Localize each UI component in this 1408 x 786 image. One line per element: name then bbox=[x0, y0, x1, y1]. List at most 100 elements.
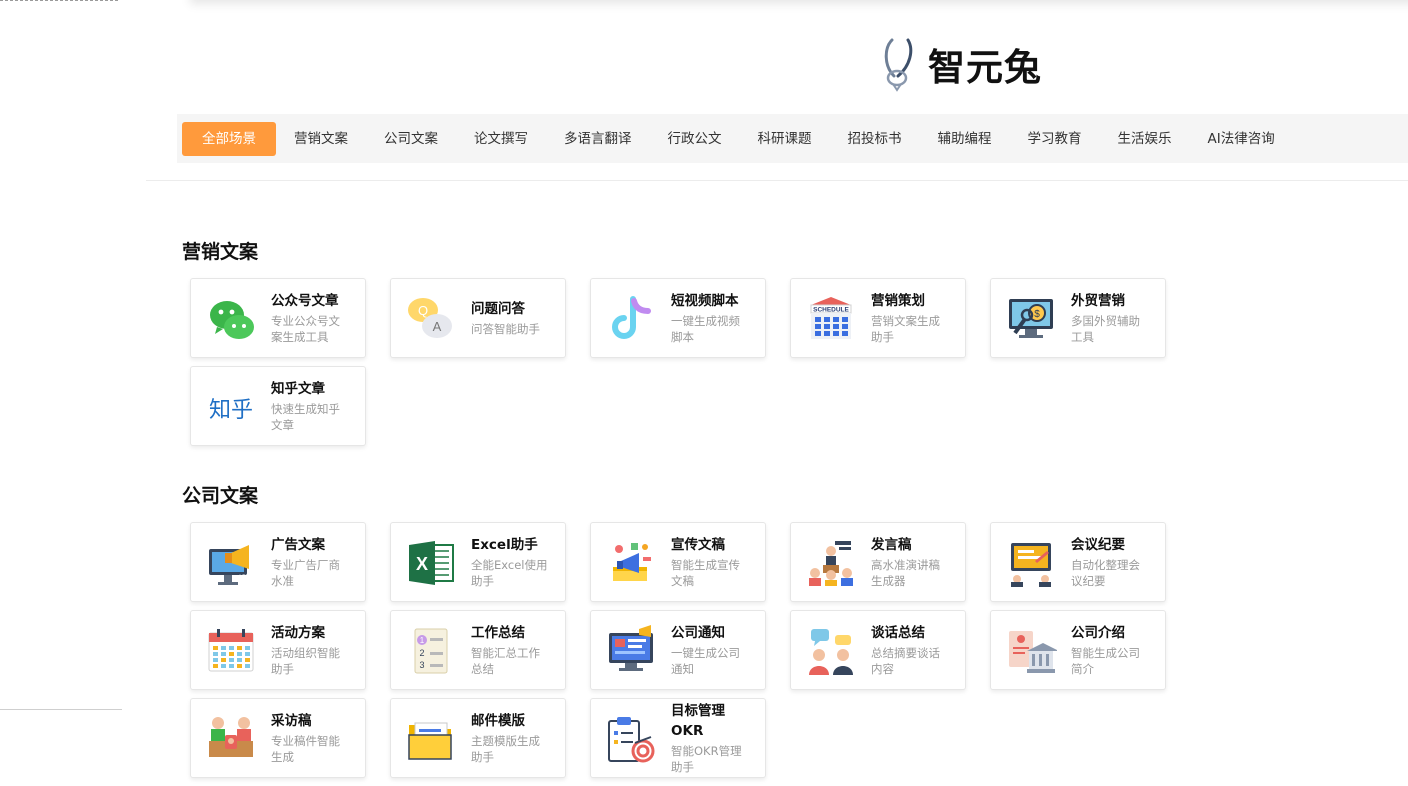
folder-icon bbox=[405, 713, 457, 765]
nav-tab-1[interactable]: 营销文案 bbox=[276, 122, 366, 156]
card-description-line: 主题模版生成 bbox=[471, 734, 540, 748]
scene-card[interactable]: 短视频脚本 一键生成视频 脚本 bbox=[590, 278, 766, 358]
card-text: 短视频脚本 一键生成视频 脚本 bbox=[671, 279, 757, 357]
svg-text:Q: Q bbox=[418, 303, 428, 318]
card-description: 专业广告厂商 水准 bbox=[271, 557, 357, 589]
scene-card[interactable]: 宣传文稿 智能生成宣传 文稿 bbox=[590, 522, 766, 602]
company-card-grid: ADS 广告文案专业广告厂商 水准 X Excel助手 全能Excel使用 助手 宣传文稿… bbox=[190, 522, 1190, 778]
interview-icon bbox=[205, 713, 257, 765]
card-title: 短视频脚本 bbox=[671, 293, 739, 309]
nav-tab-2[interactable]: 公司文案 bbox=[366, 122, 456, 156]
section-title-marketing: 营销文案 bbox=[182, 241, 259, 263]
card-description: 智能生成公司 简介 bbox=[1071, 645, 1157, 677]
scene-card[interactable]: 公司通知 一键生成公司 通知 bbox=[590, 610, 766, 690]
left-dashed-border bbox=[0, 0, 118, 1]
card-description-line: 文章 bbox=[271, 418, 294, 432]
scene-card[interactable]: 公司介绍智能生成公司 简介 bbox=[990, 610, 1166, 690]
scene-card[interactable]: 公众号文章专业公众号文 案生成工具 bbox=[190, 278, 366, 358]
card-text: 广告文案专业广告厂商 水准 bbox=[271, 523, 357, 601]
calendar-icon bbox=[205, 625, 257, 677]
card-description-line: 助手 bbox=[271, 662, 294, 676]
card-text: 问题问答 问答智能助手 bbox=[471, 279, 557, 357]
card-title: 会议纪要 bbox=[1071, 537, 1125, 553]
nav-tab-5[interactable]: 行政公文 bbox=[650, 122, 740, 156]
card-description-line: 专业广告厂商 bbox=[271, 558, 340, 572]
ads-label: ADS bbox=[238, 575, 250, 581]
scene-tabs: 全部场景 营销文案 公司文案 论文撰写 多语言翻译 行政公文 科研课题 招投标书 辅助编程 学习教… bbox=[177, 114, 1408, 163]
scene-card[interactable]: 目标管理OKR 智能OKR管理 助手 bbox=[590, 698, 766, 778]
brand: 智元兔 bbox=[878, 36, 1042, 92]
scene-card[interactable]: SCHEDULE 营销策划 营销文案生成 助手 bbox=[790, 278, 966, 358]
scene-card[interactable]: 1 2 3 工作总结 智能汇总工作 总结 bbox=[390, 610, 566, 690]
wechat-icon bbox=[205, 293, 257, 345]
card-text: 发言稿 高水准演讲稿 生成器 bbox=[871, 523, 957, 601]
scene-card[interactable]: Q A 问题问答 问答智能助手 bbox=[390, 278, 566, 358]
nav-tab-9[interactable]: 学习教育 bbox=[1010, 122, 1100, 156]
card-text: 营销策划 营销文案生成 助手 bbox=[871, 279, 957, 357]
card-description-line: 一键生成视频 bbox=[671, 314, 740, 328]
card-description-line: 自动化整理会 bbox=[1071, 558, 1140, 572]
scene-card[interactable]: 知乎 知乎文章 快速生成知乎 文章 bbox=[190, 366, 366, 446]
qa-bubble-icon: Q A bbox=[405, 293, 457, 345]
card-description-line: 水准 bbox=[271, 574, 294, 588]
card-title: 公众号文章 bbox=[271, 293, 339, 309]
schedule-icon-label: SCHEDULE bbox=[813, 307, 849, 314]
card-description-line: 案生成工具 bbox=[271, 330, 329, 344]
meeting-icon bbox=[1005, 537, 1057, 589]
card-description-line: 内容 bbox=[871, 662, 894, 676]
card-text: 公司通知 一键生成公司 通知 bbox=[671, 611, 757, 689]
card-text: 邮件模版主题模版生成 助手 bbox=[471, 699, 557, 777]
megaphone-icon: ADS bbox=[205, 537, 257, 589]
card-description: 多国外贸辅助 工具 bbox=[1071, 313, 1157, 345]
card-description: 专业公众号文 案生成工具 bbox=[271, 313, 357, 345]
okr-target-icon bbox=[605, 713, 657, 765]
card-description-line: 工具 bbox=[1071, 330, 1094, 344]
trade-monitor-icon: $ bbox=[1005, 293, 1057, 345]
scene-card[interactable]: 会议纪要 自动化整理会 议纪要 bbox=[990, 522, 1166, 602]
card-description-line: 文稿 bbox=[671, 574, 694, 588]
checklist-num-3: 3 bbox=[419, 660, 424, 670]
card-description-line: 总结 bbox=[471, 662, 494, 676]
nav-tab-3[interactable]: 论文撰写 bbox=[456, 122, 546, 156]
scene-card[interactable]: $ 外贸营销 多国外贸辅助 工具 bbox=[990, 278, 1166, 358]
scene-card[interactable]: ADS 广告文案专业广告厂商 水准 bbox=[190, 522, 366, 602]
speech-icon bbox=[805, 537, 857, 589]
card-title: 广告文案 bbox=[271, 537, 325, 553]
card-description-line: 营销文案生成 bbox=[871, 314, 940, 328]
nav-tab-10[interactable]: 生活娱乐 bbox=[1100, 122, 1190, 156]
header-divider bbox=[146, 180, 1408, 181]
card-text: 知乎文章 快速生成知乎 文章 bbox=[271, 367, 357, 445]
card-title: 邮件模版 bbox=[471, 713, 525, 729]
card-title: 公司介绍 bbox=[1071, 625, 1125, 641]
card-title: 活动方案 bbox=[271, 625, 325, 641]
scene-card[interactable]: X Excel助手 全能Excel使用 助手 bbox=[390, 522, 566, 602]
nav-tab-4[interactable]: 多语言翻译 bbox=[546, 122, 650, 156]
nav-tab-11[interactable]: AI法律咨询 bbox=[1190, 122, 1293, 156]
zhihu-icon: 知乎 bbox=[205, 381, 257, 433]
scene-card[interactable]: 活动方案活动组织智能 助手 bbox=[190, 610, 366, 690]
nav-tab-7[interactable]: 招投标书 bbox=[830, 122, 920, 156]
card-text: 目标管理OKR 智能OKR管理 助手 bbox=[671, 699, 757, 777]
promotion-icon bbox=[605, 537, 657, 589]
zhihu-icon-label: 知乎 bbox=[209, 398, 253, 423]
scene-card[interactable]: 采访稿 专业稿件智能 生成 bbox=[190, 698, 366, 778]
card-description: 总结摘要谈话 内容 bbox=[871, 645, 957, 677]
svg-text:$: $ bbox=[1034, 309, 1040, 320]
card-description-line: 智能汇总工作 bbox=[471, 646, 540, 660]
checklist-icon: 1 2 3 bbox=[405, 625, 457, 677]
rabbit-logo-icon bbox=[884, 38, 913, 92]
scene-card[interactable]: 发言稿 高水准演讲稿 生成器 bbox=[790, 522, 966, 602]
scene-card[interactable]: 谈话总结 总结摘要谈话 内容 bbox=[790, 610, 966, 690]
card-description: 智能OKR管理 助手 bbox=[671, 743, 757, 775]
card-description-line: 生成器 bbox=[871, 574, 906, 588]
nav-tab-0[interactable]: 全部场景 bbox=[182, 121, 276, 156]
card-description-line: 多国外贸辅助 bbox=[1071, 314, 1140, 328]
card-title: 知乎文章 bbox=[271, 381, 325, 397]
card-description-line: 助手 bbox=[471, 750, 494, 764]
nav-tab-6[interactable]: 科研课题 bbox=[740, 122, 830, 156]
marketing-card-grid: 公众号文章专业公众号文 案生成工具 Q A 问题问答 问答智能助手 短视频脚本一键生成… bbox=[190, 278, 1190, 446]
card-description: 活动组织智能 助手 bbox=[271, 645, 357, 677]
card-description: 智能生成宣传 文稿 bbox=[671, 557, 757, 589]
scene-card[interactable]: 邮件模版主题模版生成 助手 bbox=[390, 698, 566, 778]
nav-tab-8[interactable]: 辅助编程 bbox=[920, 122, 1010, 156]
